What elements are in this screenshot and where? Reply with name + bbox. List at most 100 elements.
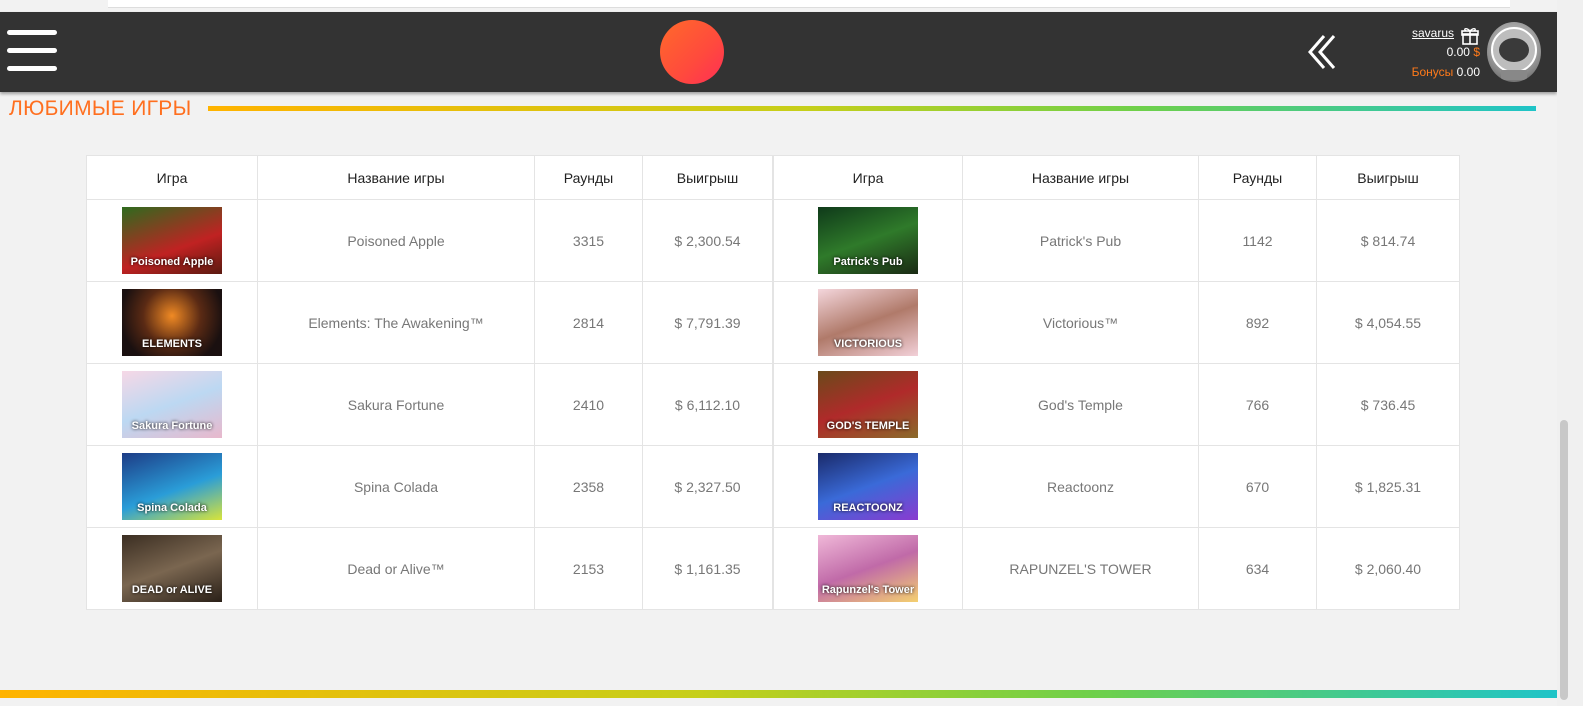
game-name[interactable]: Dead or Alive™ [257,527,535,610]
col-name: Название игры [257,155,535,200]
game-thumbnail-text: DEAD or ALIVE [131,584,213,596]
table-row: Poisoned Apple Poisoned Apple 3315 $ 2,300.… [86,199,773,282]
address-bar-edge [108,0,1510,8]
game-thumbnail-text: GOD'S TEMPLE [826,420,910,432]
balance: 0.00 $ [1380,44,1480,60]
game-thumbnail-text: Rapunzel's Tower [821,584,915,596]
game-thumbnail[interactable]: Rapunzel's Tower [818,535,918,602]
menu-icon[interactable] [7,30,57,74]
col-rounds: Раунды [534,155,643,200]
site-header: savarus 0.00 $ Бонусы 0.00 [0,12,1557,92]
game-rounds: 1142 [1198,199,1317,282]
game-thumbnail-text: Spina Colada [137,502,207,514]
favorite-games-table-right: Игра Название игры Раунды Выигрыш Patric… [773,155,1460,610]
game-thumbnail[interactable]: Poisoned Apple [122,207,222,274]
game-thumb-cell: Spina Colada [86,445,258,528]
game-name[interactable]: Sakura Fortune [257,363,535,446]
section-divider [208,106,1536,111]
game-thumb-cell: Patrick's Pub [773,199,963,282]
bonus-value: 0.00 [1456,65,1480,79]
footer-divider [0,690,1557,698]
game-rounds: 634 [1198,527,1317,610]
game-win: $ 2,060.40 [1316,527,1460,610]
game-thumb-cell: Sakura Fortune [86,363,258,446]
bonus: Бонусы 0.00 [1380,64,1480,80]
col-win: Выигрыш [642,155,773,200]
game-win: $ 7,791.39 [642,281,773,364]
game-thumb-cell: GOD'S TEMPLE [773,363,963,446]
game-thumbnail-text: Sakura Fortune [131,420,213,432]
game-rounds: 892 [1198,281,1317,364]
table-row: GOD'S TEMPLE God's Temple 766 $ 736.45 [773,363,1460,446]
col-rounds: Раунды [1198,155,1317,200]
game-name[interactable]: Reactoonz [962,445,1199,528]
game-rounds: 2358 [534,445,643,528]
game-rounds: 670 [1198,445,1317,528]
table-row: DEAD or ALIVE Dead or Alive™ 2153 $ 1,161.3… [86,527,773,610]
table-row: ELEMENTS Elements: The Awakening™ 2814 $ 7,… [86,281,773,364]
table-row: REACTOONZ Reactoonz 670 $ 1,825.31 [773,445,1460,528]
game-name[interactable]: Victorious™ [962,281,1199,364]
game-thumb-cell: REACTOONZ [773,445,963,528]
game-name[interactable]: God's Temple [962,363,1199,446]
game-thumb-cell: ELEMENTS [86,281,258,364]
col-name: Название игры [962,155,1199,200]
game-thumbnail-text: REACTOONZ [833,502,903,514]
game-thumbnail[interactable]: Sakura Fortune [122,371,222,438]
game-win: $ 2,300.54 [642,199,773,282]
game-rounds: 2814 [534,281,643,364]
table-row: VICTORIOUS Victorious™ 892 $ 4,054.55 [773,281,1460,364]
game-win: $ 2,327.50 [642,445,773,528]
browser-top-strip [0,0,1583,12]
game-win: $ 6,112.10 [642,363,773,446]
game-win: $ 4,054.55 [1316,281,1460,364]
game-rounds: 3315 [534,199,643,282]
game-win: $ 1,161.35 [642,527,773,610]
balance-value: 0.00 [1446,45,1470,59]
game-thumbnail-text: VICTORIOUS [833,338,903,350]
game-thumbnail[interactable]: DEAD or ALIVE [122,535,222,602]
game-name[interactable]: Poisoned Apple [257,199,535,282]
game-name[interactable]: RAPUNZEL'S TOWER [962,527,1199,610]
game-thumb-cell: Rapunzel's Tower [773,527,963,610]
col-game: Игра [86,155,258,200]
avatar[interactable] [1487,22,1541,82]
favorite-games-table-left: Игра Название игры Раунды Выигрыш Poison… [86,155,773,610]
game-name[interactable]: Spina Colada [257,445,535,528]
game-thumbnail-text: ELEMENTS [142,338,202,350]
gift-icon[interactable] [1460,26,1480,46]
game-rounds: 766 [1198,363,1317,446]
game-win: $ 736.45 [1316,363,1460,446]
chevron-left-icon[interactable] [1306,32,1338,72]
bonus-label: Бонусы [1411,65,1454,79]
game-rounds: 2410 [534,363,643,446]
game-thumb-cell: Poisoned Apple [86,199,258,282]
scrollbar[interactable] [1557,0,1583,706]
logo[interactable] [660,20,724,84]
game-win: $ 1,825.31 [1316,445,1460,528]
game-thumbnail[interactable]: GOD'S TEMPLE [818,371,918,438]
game-name[interactable]: Patrick's Pub [962,199,1199,282]
table-row: Sakura Fortune Sakura Fortune 2410 $ 6,112.… [86,363,773,446]
username-link[interactable]: savarus [1412,26,1454,40]
game-thumbnail-text: Poisoned Apple [130,256,214,268]
game-thumb-cell: VICTORIOUS [773,281,963,364]
game-thumbnail[interactable]: VICTORIOUS [818,289,918,356]
col-game: Игра [773,155,963,200]
user-panel: savarus 0.00 $ Бонусы 0.00 [1380,26,1480,80]
game-rounds: 2153 [534,527,643,610]
section-title: ЛЮБИМЫЕ ИГРЫ [9,97,192,120]
game-thumbnail[interactable]: REACTOONZ [818,453,918,520]
game-name[interactable]: Elements: The Awakening™ [257,281,535,364]
col-win: Выигрыш [1316,155,1460,200]
table-row: Patrick's Pub Patrick's Pub 1142 $ 814.74 [773,199,1460,282]
game-thumbnail[interactable]: Spina Colada [122,453,222,520]
game-thumbnail-text: Patrick's Pub [833,256,903,268]
balance-currency: $ [1473,45,1480,59]
game-win: $ 814.74 [1316,199,1460,282]
scrollbar-thumb[interactable] [1560,420,1568,700]
game-thumbnail[interactable]: Patrick's Pub [818,207,918,274]
game-thumb-cell: DEAD or ALIVE [86,527,258,610]
table-row: Spina Colada Spina Colada 2358 $ 2,327.50 [86,445,773,528]
game-thumbnail[interactable]: ELEMENTS [122,289,222,356]
